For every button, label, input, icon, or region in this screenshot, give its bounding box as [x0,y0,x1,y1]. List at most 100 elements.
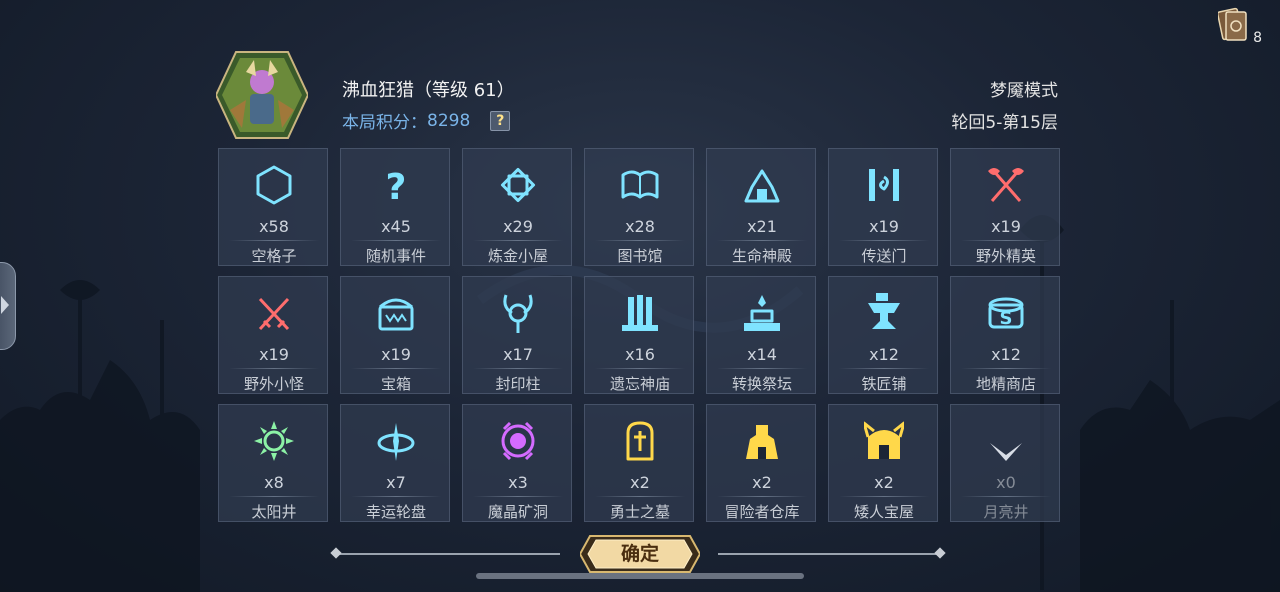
moon-well-icon [990,423,1022,461]
tile-cell: x29 炼金小屋 [462,148,572,266]
tile-cell: Sx12 地精商店 [950,276,1060,394]
tile-divider [961,368,1051,369]
crossed-axes-icon [988,168,1024,202]
tile-cell: x7 幸运轮盘 [340,404,450,522]
tile-cell: x19 传送门 [828,148,938,266]
portal-gate-icon [869,169,899,201]
tile-count: x19 [381,345,411,364]
tile-count: x12 [991,345,1021,364]
tile-count: x12 [869,345,899,364]
tile-count: x21 [747,217,777,236]
tile-count: x19 [991,217,1021,236]
tile-name: 冒险者仓库 [724,503,800,521]
tile-divider [717,240,807,241]
tile-cell: x12 铁匠铺 [828,276,938,394]
tile-count: x58 [259,217,289,236]
card-count: 8 [1253,30,1262,46]
sun-well-icon [254,421,294,461]
tile-divider [595,368,685,369]
score-label: 本局积分： [342,113,427,133]
tile-name: 封印柱 [495,375,541,393]
tile-name: 传送门 [861,247,907,265]
tile-name: 地精商店 [975,375,1036,393]
tile-cell: x2 勇士之墓 [584,404,694,522]
crystal-mine-icon [501,421,535,461]
svg-text:S: S [1000,308,1013,329]
tile-divider [839,368,929,369]
tile-divider [595,496,685,497]
tile-cell: x28 图书馆 [584,148,694,266]
goblin-shop-icon: S [988,297,1024,329]
tile-cell: x19 野外小怪 [218,276,328,394]
tile-name: 炼金小屋 [487,247,548,265]
alchemy-diamond-icon [500,167,536,203]
tile-divider [351,496,441,497]
svg-text:?: ? [386,167,407,207]
tile-cell: ? x45 随机事件 [340,148,450,266]
tile-cell: x3 魔晶矿洞 [462,404,572,522]
tile-count: x14 [747,345,777,364]
tile-name: 遗忘神庙 [609,375,670,393]
tile-name: 野外小怪 [243,375,304,393]
tile-name: 转换祭坛 [731,375,792,393]
game-mode: 梦魇模式 [990,81,1058,101]
tile-cell: x2 矮人宝屋 [828,404,938,522]
open-book-icon [621,170,659,199]
tile-divider [961,240,1051,241]
hexagon-icon [256,165,292,205]
tile-name: 幸运轮盘 [365,503,426,521]
tile-count: x45 [381,217,411,236]
tile-name: 矮人宝屋 [853,503,914,521]
tile-name: 野外精英 [975,247,1036,265]
tile-cell: x16 遗忘神庙 [584,276,694,394]
tile-count: x16 [625,345,655,364]
card-deck-counter[interactable]: 8 [1218,6,1262,46]
tile-divider [229,496,319,497]
tile-divider [717,368,807,369]
side-expand-tab[interactable] [0,262,16,350]
left-divider-line [336,553,560,555]
confirm-label: 确定 [620,543,659,565]
confirm-button[interactable]: 确定 [580,534,700,574]
tile-cell: x0 月亮井 [950,404,1060,522]
tile-cell: x19 宝箱 [340,276,450,394]
temple-icon [744,169,780,203]
tile-name: 图书馆 [617,247,663,265]
warehouse-icon [746,425,778,459]
score-value: 8298 [427,110,471,131]
lucky-wheel-icon [377,423,415,461]
tile-name: 月亮井 [983,503,1029,521]
tile-count: x28 [625,217,655,236]
tile-count: x2 [752,473,772,492]
forgotten-temple-icon [622,295,658,331]
tile-divider [229,240,319,241]
tile-divider [351,240,441,241]
tile-cell: x17 封印柱 [462,276,572,394]
tile-name: 空格子 [251,247,297,265]
tile-count: x0 [996,473,1016,492]
treasure-chest-icon [378,298,414,331]
question-icon: ? [386,167,407,207]
tile-name: 魔晶矿洞 [487,503,548,521]
tile-name: 生命神殿 [731,247,792,265]
home-indicator [476,573,804,579]
score-help-button[interactable]: ? [490,110,511,131]
hero-avatar [216,51,308,139]
stage-progress: 轮回5-第15层 [951,113,1058,133]
crossed-swords-icon [258,297,290,331]
tile-count: x17 [503,345,533,364]
tile-divider [717,496,807,497]
score-row: 本局积分： 8298 ? [342,108,511,133]
dwarf-house-icon [864,421,904,459]
tomb-icon [626,421,654,461]
tile-divider [839,240,929,241]
tile-divider [473,368,563,369]
tile-divider [229,368,319,369]
altar-icon [744,295,780,331]
tile-count: x2 [874,473,894,492]
card-deck-icon [1218,7,1247,41]
tile-divider [961,496,1051,497]
tile-name: 太阳井 [251,503,297,521]
tile-count: x19 [869,217,899,236]
tile-name: 随机事件 [365,247,426,265]
